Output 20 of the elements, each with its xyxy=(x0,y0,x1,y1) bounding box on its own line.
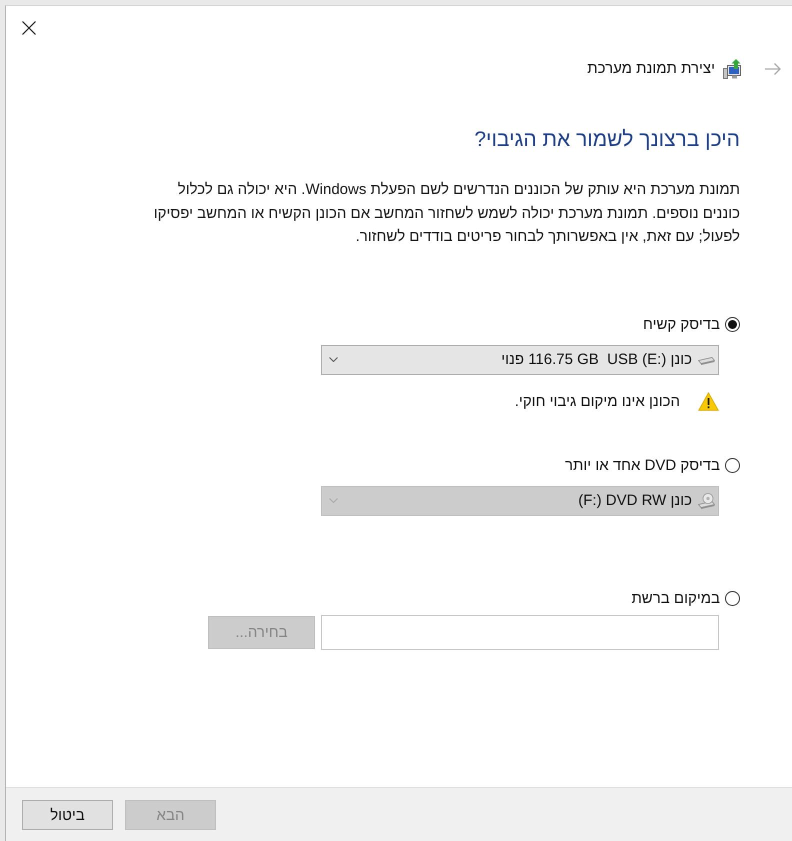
hard-drive-icon xyxy=(698,354,715,364)
chevron-down-icon xyxy=(329,357,338,362)
radio-button[interactable] xyxy=(725,317,740,332)
option-label[interactable]: בדיסק DVD אחד או יותר xyxy=(565,456,720,476)
network-path-field[interactable] xyxy=(321,614,719,650)
radio-button[interactable] xyxy=(725,591,740,606)
description-text: תמונת מערכת היא עותק של הכוננים הנדרשים לשם הפעלת Windows. היא יכולה גם לכלול כוננים נוספים. תמונת מערכת יכולה לשמש לשחזור המחשב אם הכונן הקשיח או המחשב יפסיקו לפעול; עם זאת, אין באפשרותך לבחור פריטים בודדים לשחזור. xyxy=(152,180,740,247)
computer-icon xyxy=(723,59,741,79)
cancel-button[interactable]: ביטול xyxy=(22,800,113,830)
page-heading: היכן ברצונך לשמור את הגיבוי? xyxy=(474,127,740,153)
drive-dropdown[interactable]: כונן (E:) USB 116.75 GB פנוי xyxy=(321,344,719,374)
option-label[interactable]: במיקום ברשת xyxy=(631,588,720,608)
wizard-title: יצירת תמונת מערכת xyxy=(587,59,715,79)
radio-button[interactable] xyxy=(725,458,740,473)
option-label[interactable]: בדיסק קשיח xyxy=(643,314,720,334)
chevron-down-icon xyxy=(329,498,338,503)
close-icon[interactable] xyxy=(22,21,36,35)
warning-message: הכונן אינו מיקום גיבוי חוקי. xyxy=(514,393,680,410)
warning-icon xyxy=(698,392,719,411)
disc-drive-icon xyxy=(698,492,715,508)
